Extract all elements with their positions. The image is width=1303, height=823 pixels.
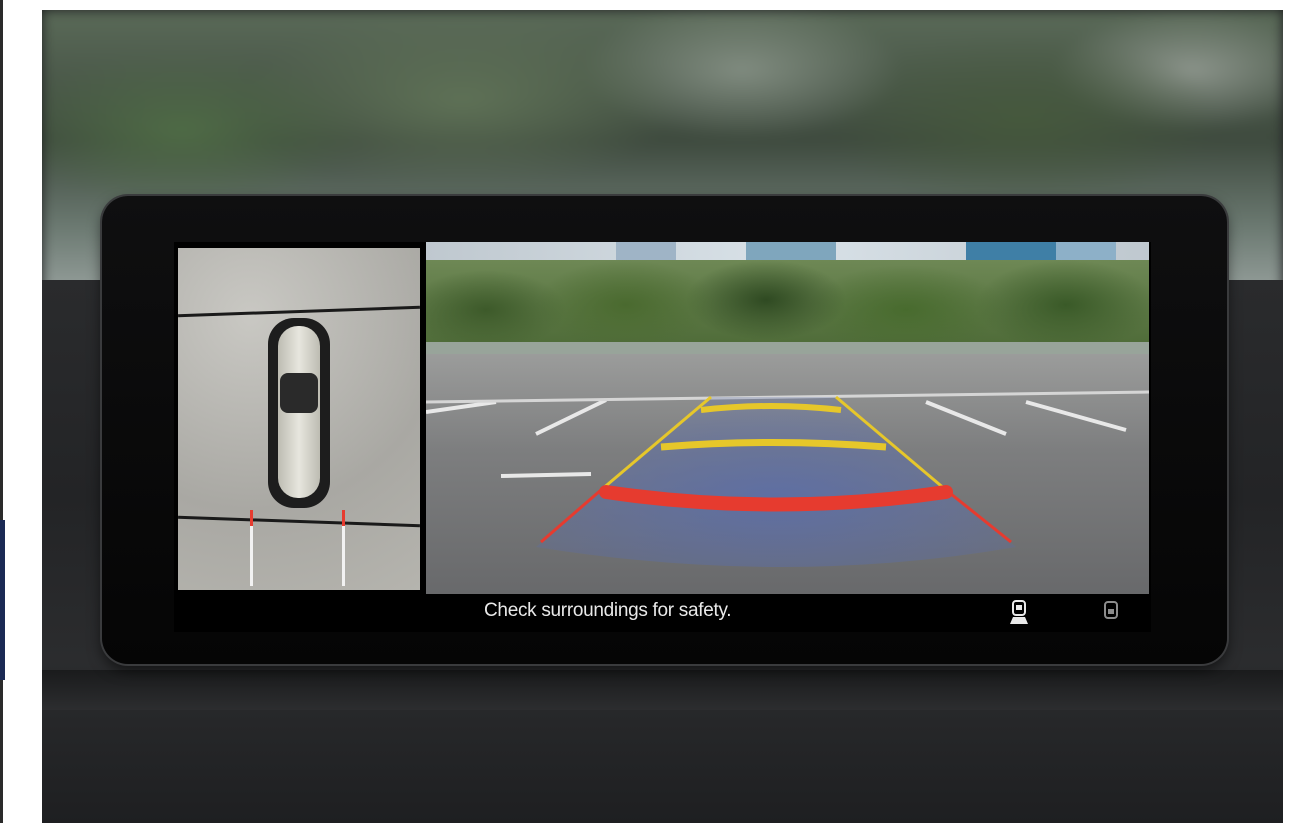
view-divider [178,305,420,318]
rear-camera-view[interactable] [426,242,1149,594]
camera-view-rear-icon [1104,601,1118,619]
left-margin [0,0,40,823]
surround-guide-right [342,526,345,586]
view-divider [178,515,420,528]
lot-stripe [925,400,1007,436]
surround-guide-right-red [342,510,345,526]
left-edge-accent [0,520,5,680]
safety-message: Check surroundings for safety. [484,600,732,621]
dashboard-rim [42,670,1283,710]
infotainment-display: Check surroundings for safety. [102,196,1227,664]
front-camera-view-button[interactable] [1007,598,1031,626]
camera-view-front-icon [1010,600,1028,624]
display-screen: Check surroundings for safety. [174,242,1151,632]
left-edge-line [0,0,3,823]
lot-stripe [1025,400,1127,432]
guide-zone [536,397,1016,567]
lot-stripe [500,472,592,478]
dashboard-photo: Check surroundings for safety. [42,10,1283,823]
vehicle-top-view-icon [268,318,330,508]
lot-stripe [535,398,607,436]
lot-stripe [426,400,497,414]
vehicle-roof [280,373,318,413]
parking-guidelines [426,390,1149,567]
screen-footer: Check surroundings for safety. [174,594,1151,632]
rear-camera-view-button[interactable] [1099,598,1123,626]
surround-guide-left [250,526,253,586]
surround-view-panel[interactable] [178,248,420,590]
surround-guide-left-red [250,510,253,526]
